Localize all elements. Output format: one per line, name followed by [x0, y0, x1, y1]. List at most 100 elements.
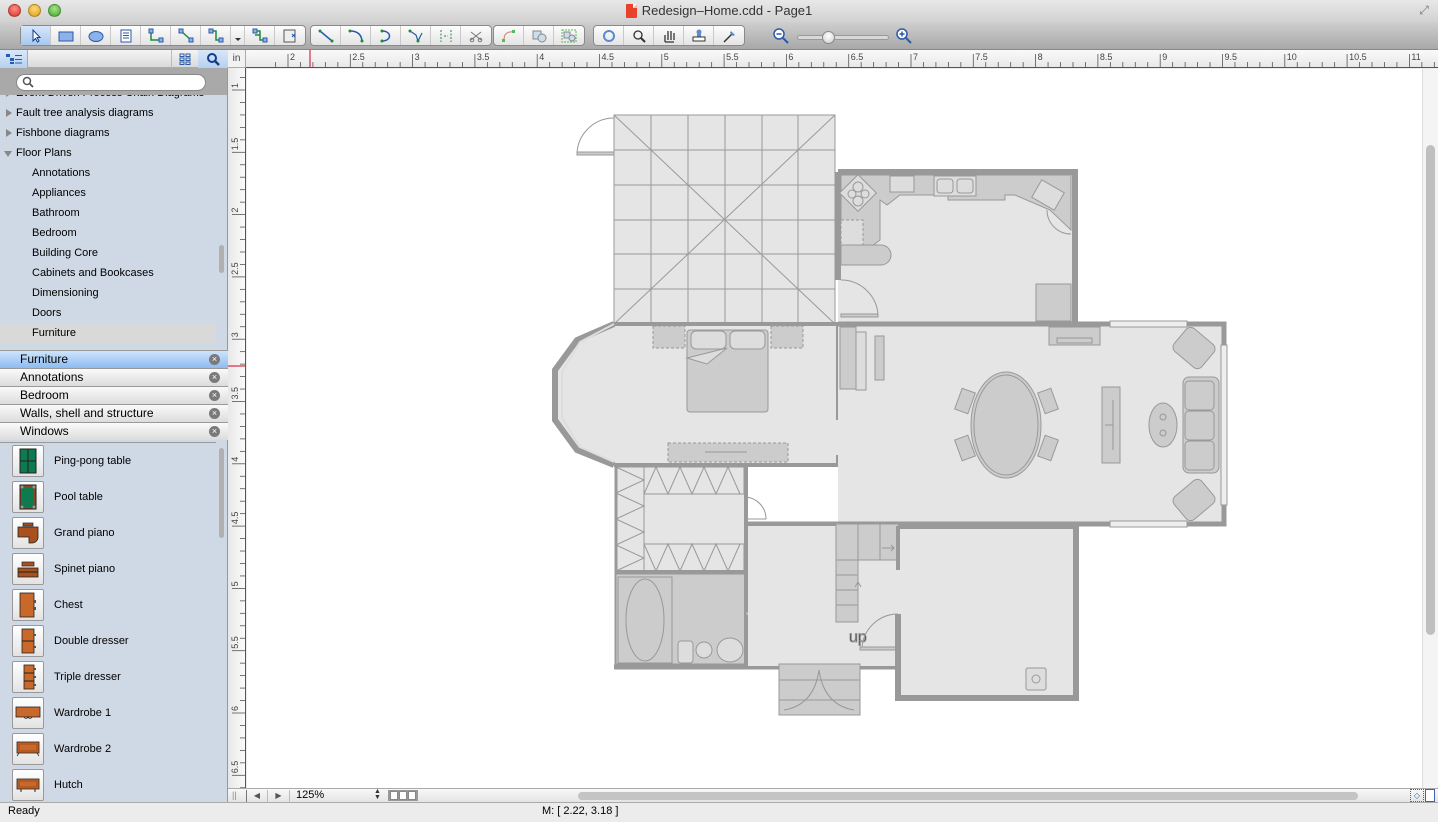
shape-spinet-piano[interactable]: Spinet piano — [0, 551, 216, 587]
previous-page-button[interactable]: ◀ — [246, 790, 268, 802]
line-tool[interactable] — [311, 26, 341, 45]
tree-item-dimensioning[interactable]: Dimensioning — [0, 283, 216, 303]
two-page-view-button[interactable] — [399, 791, 407, 800]
tree-item-fault-tree[interactable]: Fault tree analysis diagrams — [0, 103, 216, 123]
tree-item-bathroom[interactable]: Bathroom — [0, 203, 216, 223]
cut-connector-tool[interactable] — [461, 26, 491, 45]
collapse-triangle-icon[interactable] — [4, 151, 12, 157]
arc-tool[interactable] — [341, 26, 371, 45]
vertical-scroll-thumb[interactable] — [1426, 145, 1435, 635]
shape-ping-pong-table[interactable]: Ping-pong table — [0, 443, 216, 479]
rotate-tool[interactable] — [594, 26, 624, 45]
text-block-tool[interactable] — [111, 26, 141, 45]
close-library-icon[interactable]: × — [209, 354, 220, 365]
floor-plan[interactable]: up — [247, 69, 1422, 788]
close-library-icon[interactable]: × — [209, 390, 220, 401]
shape-wardrobe-1[interactable]: Wardrobe 1 — [0, 695, 216, 731]
tree-item-building-core[interactable]: Building Core — [0, 243, 216, 263]
entry-porch[interactable] — [778, 663, 861, 716]
shape-triple-dresser[interactable]: Triple dresser — [0, 659, 216, 695]
shapes-scrollbar[interactable] — [219, 448, 224, 538]
page-view-buttons[interactable] — [388, 790, 418, 801]
shape-pool-table[interactable]: Pool table — [0, 479, 216, 515]
library-header-walls[interactable]: Walls, shell and structure × — [0, 404, 228, 422]
zoom-slider[interactable] — [797, 31, 889, 44]
tree-item-annotations[interactable]: Annotations — [0, 163, 216, 183]
garage[interactable] — [895, 523, 1079, 701]
zoom-tool[interactable] — [624, 26, 654, 45]
next-page-button[interactable]: ▶ — [268, 790, 290, 802]
zoom-in-button[interactable] — [895, 27, 913, 45]
expand-triangle-icon[interactable] — [6, 129, 12, 137]
connector-menu-dropdown[interactable] — [231, 26, 245, 45]
bedroom[interactable] — [552, 321, 876, 468]
multi-page-view-button[interactable] — [408, 791, 416, 800]
stair-hall[interactable]: up — [748, 523, 905, 666]
shape-group-tool[interactable] — [554, 26, 584, 45]
pan-tool[interactable] — [654, 26, 684, 45]
close-library-icon[interactable]: × — [209, 426, 220, 437]
split-tool[interactable] — [431, 26, 461, 45]
zoom-window-button[interactable] — [48, 4, 61, 17]
curve-edit-tool[interactable] — [494, 26, 524, 45]
kitchen[interactable] — [835, 169, 1078, 323]
polyline-tool[interactable] — [401, 26, 431, 45]
straight-connector-tool[interactable] — [171, 26, 201, 45]
fullscreen-icon[interactable]: ⤢ — [1416, 3, 1432, 19]
tree-view-tab[interactable] — [0, 50, 28, 68]
grid-view-tab[interactable] — [171, 50, 198, 68]
fit-to-window-icon[interactable]: ◇ — [1410, 789, 1424, 802]
tree-item-appliances[interactable]: Appliances — [0, 183, 216, 203]
vertical-scrollbar[interactable] — [1422, 69, 1438, 788]
split-handle-icon[interactable]: || — [232, 790, 237, 800]
expand-triangle-icon[interactable] — [6, 109, 12, 117]
hand-icon — [663, 30, 675, 43]
tree-item-floor-plans[interactable]: Floor Plans — [0, 143, 216, 163]
tree-item-furniture[interactable]: Furniture — [0, 323, 216, 343]
zoom-slider-thumb[interactable] — [821, 31, 835, 44]
horizontal-scroll-thumb[interactable] — [578, 792, 1358, 800]
shape-chest[interactable]: Chest — [0, 587, 216, 623]
bezier-tool[interactable] — [371, 26, 401, 45]
tree-item-fishbone[interactable]: Fishbone diagrams — [0, 123, 216, 143]
ellipse-tool[interactable] — [81, 26, 111, 45]
tree-item-doors[interactable]: Doors — [0, 303, 216, 323]
curved-connector-tool[interactable] — [201, 26, 231, 45]
select-pointer-tool[interactable] — [21, 26, 51, 45]
minimize-window-button[interactable] — [28, 4, 41, 17]
shape-double-dresser[interactable]: Double dresser — [0, 623, 216, 659]
library-search-input[interactable] — [16, 74, 206, 91]
shape-union-tool[interactable] — [524, 26, 554, 45]
ruler-unit[interactable]: in — [228, 50, 246, 68]
eyedropper-tool[interactable] — [714, 26, 744, 45]
shape-wardrobe-2[interactable]: Wardrobe 2 — [0, 731, 216, 767]
tree-item-cabinets[interactable]: Cabinets and Bookcases — [0, 263, 216, 283]
library-header-annotations[interactable]: Annotations × — [0, 368, 228, 386]
insert-object-tool[interactable] — [275, 26, 305, 45]
tree-scrollbar[interactable] — [219, 245, 224, 273]
shape-grand-piano[interactable]: Grand piano — [0, 515, 216, 551]
zoom-level-field[interactable]: 125% — [294, 789, 384, 802]
single-page-view-button[interactable] — [390, 791, 398, 800]
tree-item-epc-diagrams[interactable]: Event-Driven Process Chain Diagrams — [0, 95, 216, 103]
library-header-furniture[interactable]: Furniture × — [0, 350, 228, 368]
library-header-windows[interactable]: Windows × — [0, 422, 228, 440]
tree-item-bedroom[interactable]: Bedroom — [0, 223, 216, 243]
orthogonal-connector-tool[interactable] — [141, 26, 171, 45]
shape-hutch[interactable]: Hutch — [0, 767, 216, 802]
expand-triangle-icon[interactable] — [6, 95, 12, 97]
close-library-icon[interactable]: × — [209, 372, 220, 383]
tree-connector-tool[interactable] — [245, 26, 275, 45]
drawing-canvas[interactable]: up — [247, 69, 1422, 788]
format-stamp-tool[interactable] — [684, 26, 714, 45]
rectangle-tool[interactable] — [51, 26, 81, 45]
zoom-stepper[interactable]: ▲ ▼ — [374, 788, 381, 801]
close-window-button[interactable] — [8, 4, 21, 17]
search-view-tab[interactable] — [198, 50, 228, 68]
close-library-icon[interactable]: × — [209, 408, 220, 419]
terrace-door[interactable] — [576, 117, 615, 156]
library-header-bedroom[interactable]: Bedroom × — [0, 386, 228, 404]
zoom-out-button[interactable] — [772, 27, 790, 45]
tiled-terrace[interactable] — [613, 114, 836, 325]
actual-size-icon[interactable] — [1425, 789, 1435, 802]
